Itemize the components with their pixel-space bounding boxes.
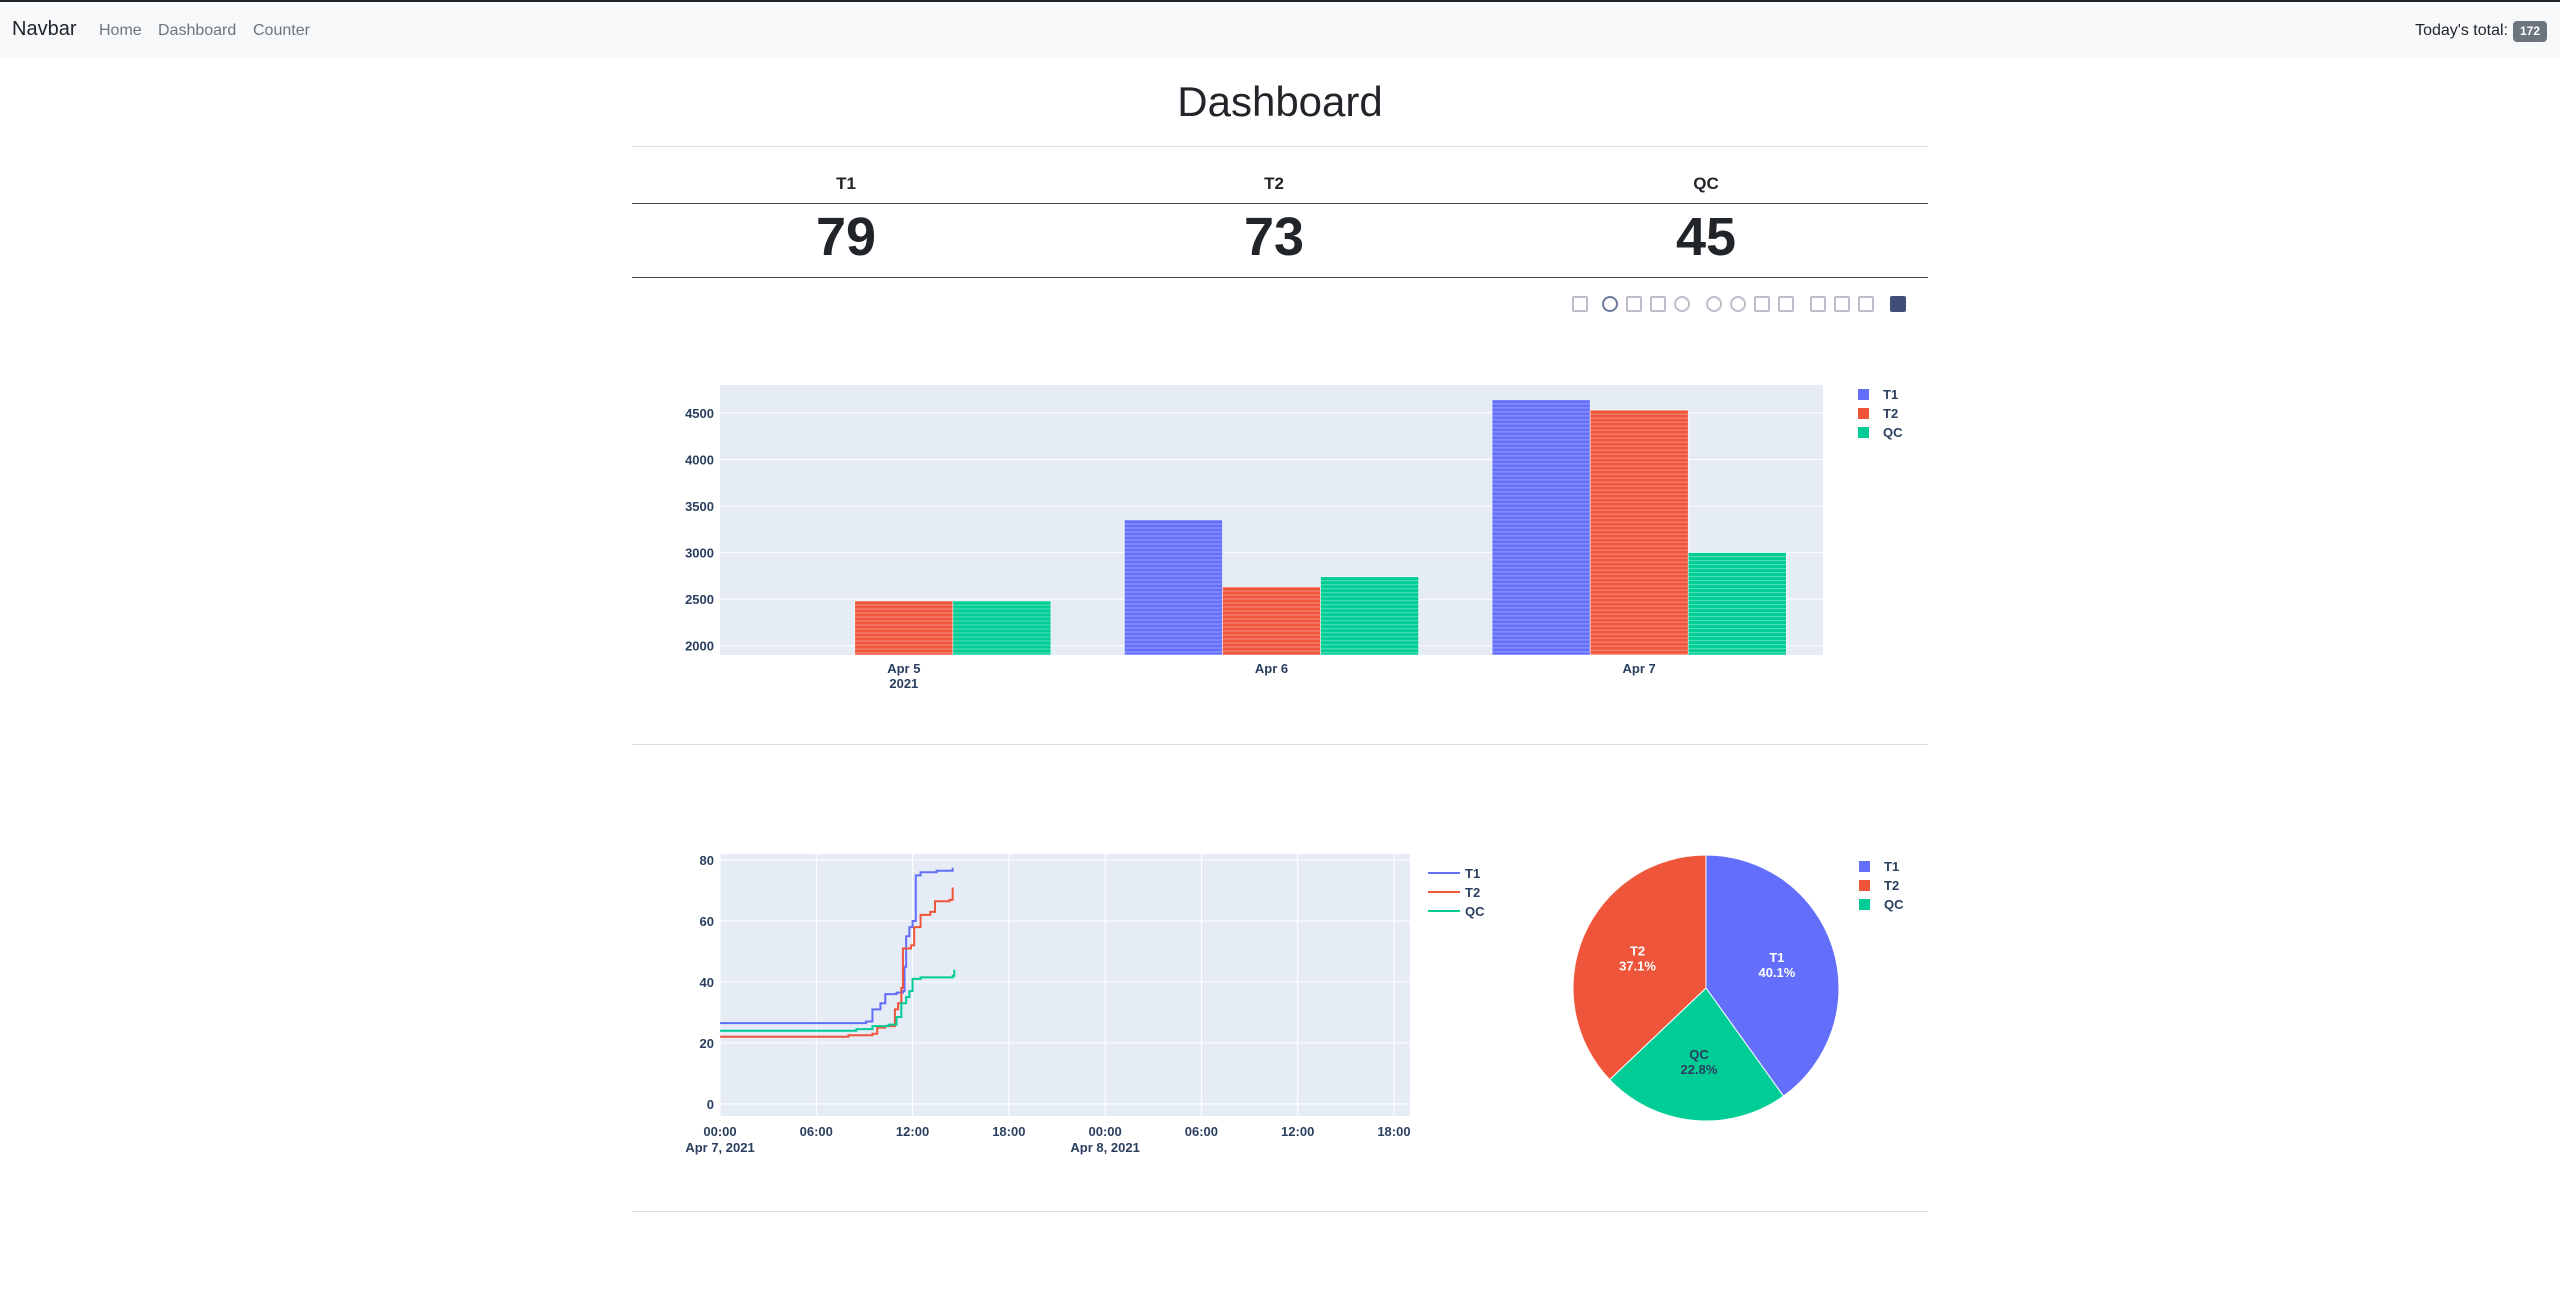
hover-compare-icon[interactable] (1858, 296, 1874, 312)
navbar-brand[interactable]: Navbar (12, 18, 76, 41)
bar-y-tick-label: 2000 (685, 639, 714, 654)
reset-axes-icon[interactable] (1778, 296, 1794, 312)
line-legend-label-t2: T2 (1465, 885, 1480, 900)
bar-x-tick-label: Apr 7 (1623, 661, 1656, 676)
pie-label-pct-qc: 22.8% (1681, 1062, 1718, 1077)
page-title: Dashboard (1177, 78, 1383, 125)
line-x-tick-label: 06:00 (800, 1124, 833, 1139)
divider (632, 744, 1928, 745)
hover-closest-icon[interactable] (1834, 296, 1850, 312)
pie-legend-swatch-qc[interactable] (1859, 899, 1870, 910)
navbar: Navbar Home Dashboard Counter Today's to… (0, 2, 2560, 58)
line-x-tick-label: 12:00 (1281, 1124, 1314, 1139)
pie-legend-swatch-t1[interactable] (1859, 861, 1870, 872)
line-y-tick-label: 20 (700, 1036, 714, 1051)
nav-link-counter[interactable]: Counter (253, 22, 310, 40)
lasso-icon[interactable] (1674, 296, 1690, 312)
pie-legend-label-qc: QC (1884, 897, 1904, 912)
bar-y-tick-label: 3500 (685, 499, 714, 514)
pan-icon[interactable] (1626, 296, 1642, 312)
bar-y-tick-label: 4000 (685, 452, 714, 467)
line-legend-label-qc: QC (1465, 904, 1485, 919)
divider (632, 1211, 1928, 1212)
pie-label-name-t1: T1 (1769, 950, 1784, 965)
todays-total-badge: 172 (2512, 21, 2547, 42)
line-x-tick-label: 06:00 (1185, 1124, 1218, 1139)
plot-modebar (1572, 294, 1912, 314)
pie-label-name-t2: T2 (1630, 944, 1645, 959)
line-y-tick-label: 60 (700, 914, 714, 929)
zoom-in-icon[interactable] (1706, 296, 1722, 312)
pie-label-pct-t1: 40.1% (1758, 965, 1795, 980)
stat-value-t1: 79 (815, 207, 877, 267)
line-legend-label-t1: T1 (1465, 866, 1480, 881)
bar-legend-swatch-qc[interactable] (1858, 427, 1869, 438)
pie-legend-label-t2: T2 (1884, 878, 1899, 893)
line-y-tick-label: 40 (700, 975, 714, 990)
autoscale-icon[interactable] (1754, 296, 1770, 312)
line-x-tick-label: 00:00 (703, 1124, 736, 1139)
stat-label-t1: T1 (836, 174, 856, 193)
line-x-tick-label: 18:00 (1377, 1124, 1410, 1139)
bar-y-tick-label: 4500 (685, 406, 714, 421)
line-x-tick-date: Apr 7, 2021 (685, 1140, 754, 1155)
todays-total-label: Today's total: (2415, 22, 2508, 39)
line-chart: 02040608000:00Apr 7, 202106:00 12:00 18:00… (685, 853, 1485, 1155)
bar-t2-1[interactable] (1222, 586, 1321, 656)
bar-x-tick-label: 2021 (889, 676, 918, 691)
line-x-tick-label: 18:00 (992, 1124, 1025, 1139)
line-plot-area (720, 854, 1410, 1116)
nav-link-home[interactable]: Home (99, 22, 142, 40)
pie-legend-label-t1: T1 (1884, 859, 1899, 874)
pie-label-name-qc: QC (1689, 1047, 1709, 1062)
zoom-out-icon[interactable] (1730, 296, 1746, 312)
nav-link-dashboard[interactable]: Dashboard (158, 22, 236, 40)
bar-x-tick-label: Apr 5 (887, 661, 920, 676)
bar-legend-swatch-t2[interactable] (1858, 408, 1869, 419)
bar-legend-label-t1: T1 (1883, 387, 1898, 402)
bar-x-tick-label: Apr 6 (1255, 661, 1288, 676)
line-y-tick-label: 80 (700, 853, 714, 868)
divider (632, 146, 1928, 147)
bar-y-tick-label: 2500 (685, 592, 714, 607)
bar-legend-label-qc: QC (1883, 425, 1903, 440)
line-x-tick-label: 00:00 (1088, 1124, 1121, 1139)
box-select-icon[interactable] (1650, 296, 1666, 312)
stat-label-t2: T2 (1264, 174, 1284, 193)
pie-legend-swatch-t2[interactable] (1859, 880, 1870, 891)
line-x-tick-date: Apr 8, 2021 (1070, 1140, 1139, 1155)
bar-chart: 2000 2500 3000 3500 4000 4500 Apr 52021 Apr 6 Ap… (685, 385, 1903, 691)
zoom-icon[interactable] (1602, 296, 1618, 312)
pie-chart: T140.1%QC22.8%T237.1%T1T2QC (1572, 854, 1904, 1122)
bar-legend-label-t2: T2 (1883, 406, 1898, 421)
plotly-logo-icon[interactable] (1890, 296, 1906, 312)
stat-value-t2: 73 (1243, 207, 1305, 267)
bar-legend-swatch-t1[interactable] (1858, 389, 1869, 400)
line-y-tick-label: 0 (707, 1097, 714, 1112)
spike-lines-icon[interactable] (1810, 296, 1826, 312)
bar-y-tick-label: 3000 (685, 546, 714, 561)
pie-label-pct-t2: 37.1% (1619, 959, 1656, 974)
stat-label-qc: QC (1693, 174, 1719, 193)
camera-icon[interactable] (1572, 296, 1588, 312)
stats-header-divider (632, 203, 1928, 204)
bar-qc-2[interactable] (1687, 552, 1787, 656)
stats-bottom-divider (632, 277, 1928, 278)
stat-value-qc: 45 (1675, 207, 1737, 267)
line-x-tick-label: 12:00 (896, 1124, 929, 1139)
